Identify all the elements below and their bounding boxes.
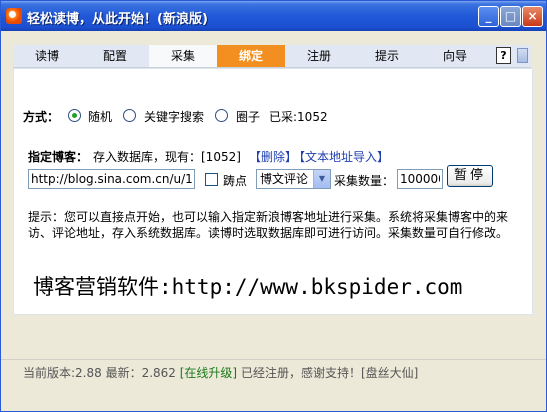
upgrade-link[interactable]: [在线升级] (180, 366, 237, 380)
tab-collect[interactable]: 采集 (149, 45, 217, 67)
app-window: 轻松读博，从此开始！(新浪版) _ □ × 读博 配置 采集 绑定 注册 提示 … (0, 0, 547, 412)
method-label: 方式： (23, 110, 60, 124)
count-input[interactable] (397, 169, 443, 189)
author-link[interactable]: [盘丝大仙] (361, 366, 418, 380)
jump-checkbox[interactable] (205, 173, 218, 186)
radio-circle-label[interactable]: 圈子 (236, 108, 260, 125)
title-bar[interactable]: 轻松读博，从此开始！(新浪版) _ □ × (1, 1, 546, 31)
tab-bar: 读博 配置 采集 绑定 注册 提示 向导 (13, 45, 531, 68)
window-title: 轻松读博，从此开始！(新浪版) (27, 12, 208, 27)
radio-keyword-label[interactable]: 关键字搜索 (144, 108, 204, 125)
app-logo-icon (6, 8, 22, 24)
tab-tips[interactable]: 提示 (353, 45, 421, 67)
ad-banner: 博客营销软件:http://www.bkspider.com (33, 271, 462, 301)
tab-wizard[interactable]: 向导 (421, 45, 489, 67)
pause-button[interactable]: 暂停 (447, 165, 493, 187)
chevron-down-icon[interactable]: ▼ (313, 170, 330, 188)
registered-text: 已经注册，感谢支持！ (237, 366, 361, 380)
source-dropdown[interactable]: 博文评论 ▼ (256, 169, 331, 189)
tab-register[interactable]: 注册 (285, 45, 353, 67)
blog-url-input[interactable] (28, 169, 195, 189)
version-text: 当前版本:2.88 最新：2.862 (23, 366, 180, 380)
help-icon[interactable]: ? (496, 47, 511, 64)
blog-label: 指定博客： (28, 150, 89, 164)
text-import-link[interactable]: 【文本地址导入】 (293, 148, 389, 165)
count-label: 采集数量： (334, 174, 395, 188)
radio-random[interactable] (68, 109, 81, 122)
ad-title: 博客营销软件 (33, 275, 159, 299)
radio-circle[interactable] (215, 109, 228, 122)
status-line: 当前版本:2.88 最新：2.862 [在线升级] 已经注册，感谢支持！[盘丝大… (23, 364, 418, 381)
tab-bind[interactable]: 绑定 (217, 45, 285, 67)
minimize-button[interactable]: _ (478, 6, 499, 27)
db-info: 存入数据库，现有：[1052] (93, 150, 241, 164)
ad-url: :http://www.bkspider.com (159, 275, 463, 299)
tip-text: 提示：您可以直接点开始，也可以输入指定新浪博客地址进行采集。系统将采集博客中的来… (28, 210, 509, 240)
document-icon[interactable] (517, 48, 528, 63)
source-dropdown-value: 博文评论 (260, 172, 309, 186)
delete-link[interactable]: 【删除】 (249, 148, 297, 165)
close-button[interactable]: × (522, 6, 543, 27)
radio-random-label[interactable]: 随机 (88, 108, 112, 125)
jump-label: 踌点 (223, 174, 248, 188)
collected-count: 已采:1052 (269, 110, 328, 124)
radio-keyword[interactable] (123, 109, 136, 122)
tab-config[interactable]: 配置 (81, 45, 149, 67)
tab-read[interactable]: 读博 (13, 45, 81, 67)
maximize-button[interactable]: □ (500, 6, 521, 27)
